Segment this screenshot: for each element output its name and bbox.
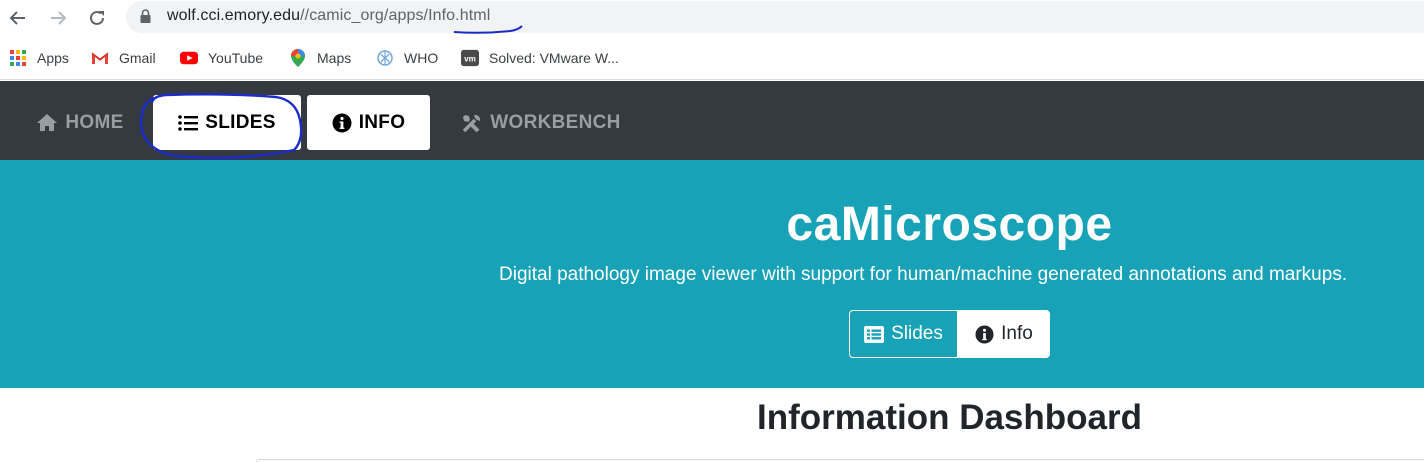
forward-arrow-icon [51, 11, 67, 25]
dashboard-title: Information Dashboard [756, 398, 1143, 437]
bookmark-vmware[interactable]: vm Solved: VMware W... [461, 47, 619, 69]
gmail-icon [91, 49, 109, 67]
forward-button[interactable] [45, 5, 71, 31]
url-text[interactable]: wolf.cci.emory.edu//camic_org/apps/Info.… [167, 7, 490, 25]
hero-banner: caMicroscope Digital pathology image vie… [0, 160, 1424, 388]
reload-button[interactable] [84, 5, 110, 31]
bookmark-label: Maps [317, 50, 352, 66]
bookmark-label: WHO [404, 50, 439, 66]
bookmark-label: Solved: VMware W... [489, 50, 619, 66]
youtube-icon [180, 49, 198, 67]
bookmark-label: YouTube [208, 50, 264, 66]
nav-info[interactable]: INFO [307, 95, 430, 150]
bookmark-gmail[interactable]: Gmail [91, 47, 156, 69]
hero-slides-label: Slides [891, 323, 943, 344]
hero-button-group: Slides Info [849, 310, 1050, 358]
hero-title: caMicroscope [786, 198, 1113, 251]
nav-home-label: HOME [65, 111, 124, 133]
nav-slides-label: SLIDES [205, 111, 276, 133]
bookmark-youtube[interactable]: YouTube [180, 47, 263, 69]
home-icon [37, 114, 58, 131]
info-circle-icon [975, 324, 994, 344]
app-navbar: HOME SLIDES INFO WORKBENCH [0, 81, 1424, 160]
hero-slides-button[interactable]: Slides [849, 310, 958, 358]
svg-text:vm: vm [464, 55, 476, 64]
browser-toolbar: wolf.cci.emory.edu//camic_org/apps/Info.… [0, 0, 1424, 36]
apps-grid-icon [9, 49, 27, 67]
bookmark-apps[interactable]: Apps [9, 47, 69, 69]
hero-subtitle: Digital pathology image viewer with supp… [499, 264, 1348, 285]
hero-info-button[interactable]: Info [958, 310, 1050, 358]
reload-icon [90, 10, 104, 25]
bookmark-who[interactable]: WHO [376, 47, 438, 69]
lock-icon [140, 9, 151, 23]
back-arrow-icon [9, 11, 25, 25]
maps-pin-icon [289, 49, 307, 67]
bookmark-maps[interactable]: Maps [289, 47, 351, 69]
nav-slides[interactable]: SLIDES [153, 95, 301, 150]
nav-home[interactable]: HOME [32, 95, 128, 150]
nav-workbench-label: WORKBENCH [490, 111, 621, 133]
bookmark-label: Gmail [119, 50, 156, 66]
url-host: wolf.cci.emory.edu [167, 7, 301, 24]
back-button[interactable] [5, 5, 31, 31]
info-circle-icon [332, 113, 352, 132]
list-alt-icon [864, 325, 885, 343]
nav-workbench[interactable]: WORKBENCH [456, 95, 626, 150]
tools-icon [463, 114, 481, 132]
vmware-icon: vm [461, 49, 479, 67]
hero-info-label: Info [1001, 323, 1033, 344]
who-icon [376, 49, 394, 67]
bookmarks-bar: Apps Gmail YouTube Maps WHO vm Solved: V… [0, 36, 1424, 80]
bookmark-label: Apps [37, 50, 69, 66]
url-underline-annotation [453, 25, 523, 34]
list-icon [178, 114, 199, 131]
nav-info-label: INFO [358, 111, 406, 133]
